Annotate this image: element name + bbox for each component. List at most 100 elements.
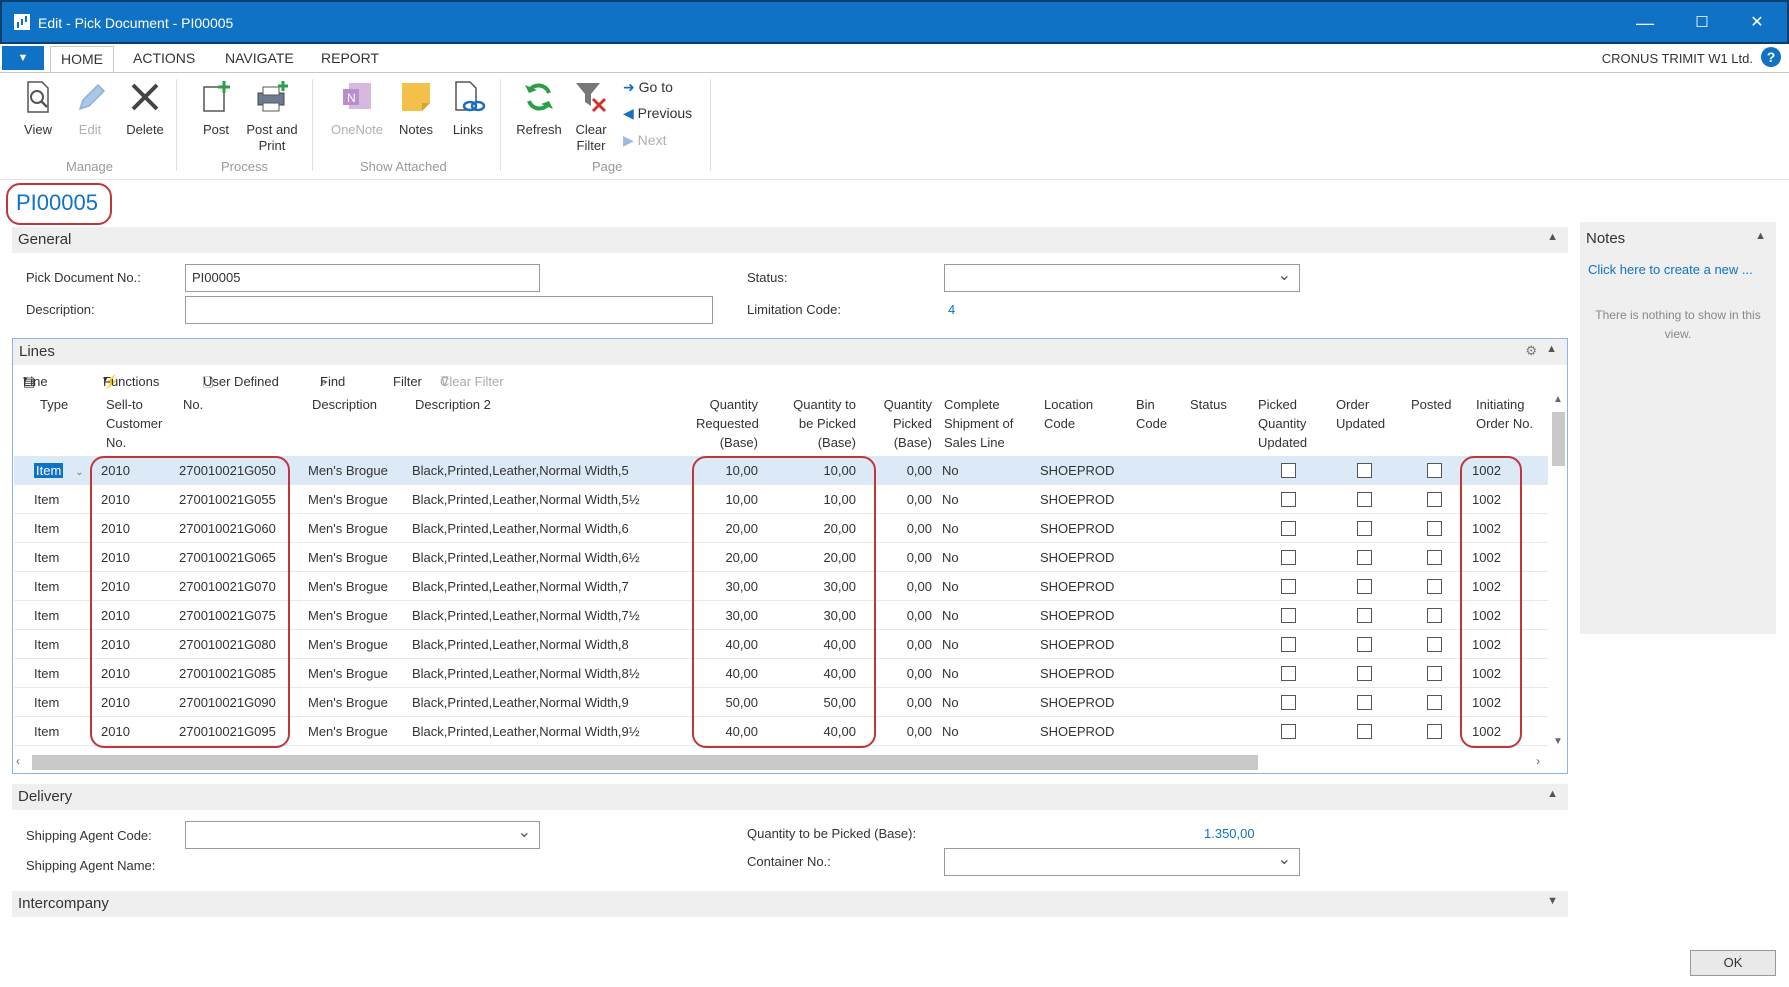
type-cell[interactable]: Item [34,637,59,652]
description-cell[interactable]: Men's Brogue [308,637,388,652]
picked-qty-updated-checkbox[interactable] [1281,695,1296,710]
scroll-right-icon[interactable]: › [1536,754,1540,768]
settings-icon[interactable]: ⚙ [1525,343,1537,359]
description-cell[interactable]: Men's Brogue [308,695,388,710]
posted-checkbox[interactable] [1427,550,1442,565]
description-cell[interactable]: Men's Brogue [308,608,388,623]
order-updated-checkbox[interactable] [1357,463,1372,478]
container-no-select[interactable] [944,848,1300,876]
description-field[interactable] [185,296,713,324]
col-header-qty-picked[interactable]: Quantity Picked (Base) [872,395,932,452]
picked-qty-updated-checkbox[interactable] [1281,579,1296,594]
location-cell[interactable]: SHOEPROD [1040,521,1114,536]
type-cell[interactable]: Item [34,666,59,681]
complete-shipment-cell[interactable]: No [942,608,959,623]
posted-checkbox[interactable] [1427,637,1442,652]
order-updated-checkbox[interactable] [1357,637,1372,652]
next-button[interactable]: ▶ Next [623,132,666,149]
order-updated-checkbox[interactable] [1357,579,1372,594]
previous-button[interactable]: ◀ Previous [623,105,692,122]
order-updated-checkbox[interactable] [1357,492,1372,507]
qty-picked-cell[interactable]: 0,00 [872,579,932,594]
tab-report[interactable]: REPORT [321,50,379,66]
col-header-description[interactable]: Description [312,395,377,414]
post-and-print-button[interactable]: Post and Print [244,79,300,154]
chevron-up-icon[interactable]: ▲ [1547,788,1558,800]
order-updated-checkbox[interactable] [1357,608,1372,623]
order-updated-checkbox[interactable] [1357,695,1372,710]
col-header-order-updated[interactable]: Order Updated [1336,395,1385,433]
chevron-up-icon[interactable]: ▲ [1547,231,1558,243]
description2-cell[interactable]: Black,Printed,Leather,Normal Width,5½ [412,492,640,507]
col-header-no[interactable]: No. [183,395,203,414]
type-cell[interactable]: Item [34,521,59,536]
type-cell[interactable]: Item [34,724,59,739]
post-button[interactable]: Post [196,79,236,137]
description-cell[interactable]: Men's Brogue [308,550,388,565]
filter-button[interactable]: Filter [393,374,422,389]
order-updated-checkbox[interactable] [1357,724,1372,739]
col-header-qty-requested[interactable]: Quantity Requested (Base) [696,395,759,452]
posted-checkbox[interactable] [1427,521,1442,536]
description-cell[interactable]: Men's Brogue [308,579,388,594]
posted-checkbox[interactable] [1427,579,1442,594]
description-cell[interactable]: Men's Brogue [308,521,388,536]
col-header-picked-qty-updated[interactable]: Picked Quantity Updated [1258,395,1307,452]
type-cell[interactable]: Item [34,550,59,565]
minimize-button[interactable]: — [1628,10,1662,36]
fasttab-intercompany[interactable]: Intercompany ▼ [12,891,1568,917]
maximize-button[interactable]: ☐ [1685,10,1719,36]
complete-shipment-cell[interactable]: No [942,637,959,652]
tab-navigate[interactable]: NAVIGATE [225,50,294,66]
complete-shipment-cell[interactable]: No [942,666,959,681]
fasttab-general[interactable]: General ▲ [12,227,1568,253]
description2-cell[interactable]: Black,Printed,Leather,Normal Width,7½ [412,608,640,623]
picked-qty-updated-checkbox[interactable] [1281,550,1296,565]
description2-cell[interactable]: Black,Printed,Leather,Normal Width,9½ [412,724,640,739]
description2-cell[interactable]: Black,Printed,Leather,Normal Width,5 [412,463,629,478]
type-cell[interactable]: Item [34,608,59,623]
location-cell[interactable]: SHOEPROD [1040,463,1114,478]
description2-cell[interactable]: Black,Printed,Leather,Normal Width,6½ [412,550,640,565]
location-cell[interactable]: SHOEPROD [1040,695,1114,710]
picked-qty-updated-checkbox[interactable] [1281,463,1296,478]
posted-checkbox[interactable] [1427,666,1442,681]
description2-cell[interactable]: Black,Printed,Leather,Normal Width,8½ [412,666,640,681]
fasttab-delivery[interactable]: Delivery ▲ [12,784,1568,810]
location-cell[interactable]: SHOEPROD [1040,666,1114,681]
qty-picked-cell[interactable]: 0,00 [872,521,932,536]
view-button[interactable]: View [18,79,58,137]
clear-filter-button[interactable]: Clear Filter [570,79,612,154]
picked-qty-updated-checkbox[interactable] [1281,666,1296,681]
description-cell[interactable]: Men's Brogue [308,724,388,739]
dropdown-arrow-icon[interactable]: ⌄ [75,467,83,478]
type-cell[interactable]: Item [34,463,64,478]
status-select[interactable] [944,264,1300,292]
scroll-left-icon[interactable]: ‹ [16,754,20,768]
col-header-sell-to-customer-no[interactable]: Sell-to Customer No. [106,395,162,452]
location-cell[interactable]: SHOEPROD [1040,724,1114,739]
description2-cell[interactable]: Black,Printed,Leather,Normal Width,7 [412,579,629,594]
qty-picked-cell[interactable]: 0,00 [872,695,932,710]
vertical-scroll-thumb[interactable] [1552,412,1565,466]
qty-picked-cell[interactable]: 0,00 [872,608,932,623]
col-header-posted[interactable]: Posted [1411,395,1451,414]
picked-qty-updated-checkbox[interactable] [1281,521,1296,536]
horizontal-scroll-thumb[interactable] [32,755,1258,770]
description-cell[interactable]: Men's Brogue [308,463,388,478]
qty-picked-cell[interactable]: 0,00 [872,550,932,565]
description2-cell[interactable]: Black,Printed,Leather,Normal Width,9 [412,695,629,710]
shipping-agent-code-select[interactable] [185,821,540,849]
col-header-initiating-order-no[interactable]: Initiating Order No. [1476,395,1533,433]
col-header-complete-shipment[interactable]: Complete Shipment of Sales Line [944,395,1013,452]
complete-shipment-cell[interactable]: No [942,724,959,739]
scroll-up-icon[interactable]: ▲ [1553,394,1563,405]
type-cell[interactable]: Item [34,695,59,710]
refresh-button[interactable]: Refresh [513,79,565,137]
complete-shipment-cell[interactable]: No [942,521,959,536]
scroll-down-icon[interactable]: ▼ [1553,736,1563,747]
complete-shipment-cell[interactable]: No [942,492,959,507]
tab-actions[interactable]: ACTIONS [133,50,195,66]
chevron-up-icon[interactable]: ▲ [1546,343,1557,355]
location-cell[interactable]: SHOEPROD [1040,637,1114,652]
